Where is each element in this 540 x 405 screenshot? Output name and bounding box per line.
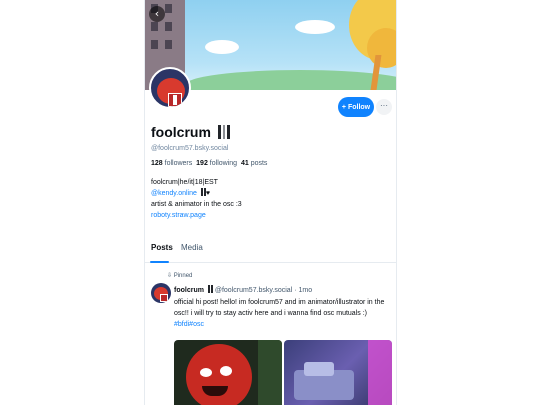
bio-link-website[interactable]: roboty.straw.page	[151, 210, 391, 221]
banner-hill	[185, 70, 396, 90]
page-right-gutter	[397, 0, 540, 405]
name-bars-emoji-icon	[217, 125, 230, 139]
followers-stat[interactable]: 128 followers	[151, 160, 192, 167]
post-image-1[interactable]	[174, 340, 282, 405]
profile-tabs: Posts Media	[145, 240, 396, 263]
page-left-gutter	[0, 0, 144, 405]
following-stat[interactable]: 192 following	[196, 160, 237, 167]
bio-link-kendy[interactable]: @kendy.online	[151, 190, 197, 197]
post-author-avatar[interactable]	[151, 283, 171, 303]
bio-line: @kendy.online ♥	[151, 188, 391, 199]
posts-stat: 41 posts	[240, 160, 268, 167]
profile-bio: foolcrum|he/it|18|EST @kendy.online ♥ ar…	[151, 177, 391, 221]
post-header: foolcrum @foolcrum57.bsky.social · 1mo	[174, 285, 312, 294]
pinned-indicator: ⇩ Pinned	[167, 272, 192, 279]
profile-stats: 128 followers 192 following 41 posts	[151, 160, 267, 167]
ellipsis-icon: ···	[380, 101, 388, 110]
post-body: official hi post! hello! im foolcrum57 a…	[174, 297, 392, 330]
bars-emoji-icon	[207, 285, 213, 293]
active-tab-indicator	[150, 261, 169, 263]
heart-icon: ♥	[205, 190, 211, 197]
post-author-handle[interactable]: @foolcrum57.bsky.social	[215, 287, 292, 294]
banner-cloud	[295, 20, 335, 34]
post-text: official hi post! hello! im foolcrum57 a…	[174, 299, 385, 317]
profile-handle: @foolcrum57.bsky.social	[151, 145, 229, 152]
post-author-name[interactable]: foolcrum	[174, 287, 204, 294]
post-separator: ·	[294, 287, 297, 294]
profile-avatar[interactable]	[149, 67, 191, 109]
banner-cloud	[205, 40, 239, 54]
back-button[interactable]: ‹	[149, 6, 165, 22]
post-hashtags[interactable]: #bfdi#osc	[174, 319, 392, 330]
bio-line: artist & animator in the osc :3	[151, 201, 242, 208]
more-options-button[interactable]: ···	[376, 99, 392, 115]
banner-tree	[367, 28, 396, 68]
post-image-2[interactable]	[284, 340, 392, 405]
tab-posts[interactable]: Posts	[151, 243, 173, 252]
follow-label: Follow	[347, 103, 371, 111]
display-name-text: foolcrum	[151, 124, 211, 140]
bio-line: foolcrum|he/it|18|EST	[151, 179, 218, 186]
display-name: foolcrum	[151, 124, 230, 140]
follow-button[interactable]: + Follow	[338, 97, 374, 117]
pin-icon: ⇩	[167, 273, 173, 279]
plus-icon: +	[341, 103, 346, 111]
tab-media[interactable]: Media	[181, 243, 203, 252]
pinned-label: Pinned	[173, 273, 193, 279]
profile-column: ‹ + Follow ··· foolcrum @foolcrum57.bsky…	[144, 0, 397, 405]
post-time[interactable]: 1mo	[299, 287, 313, 294]
